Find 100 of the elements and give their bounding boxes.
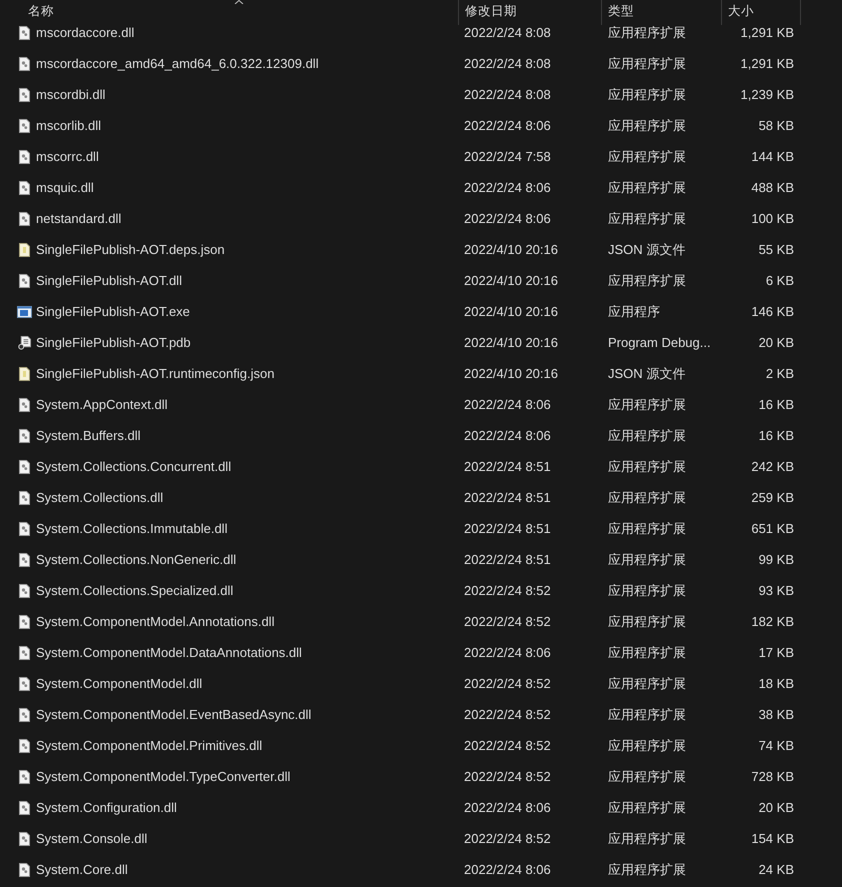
file-row[interactable]: System.Collections.Immutable.dll 2022/2/24 8:51 应用程序扩展 651 KB bbox=[0, 513, 842, 544]
file-type: 应用程序扩展 bbox=[608, 458, 686, 476]
modified-date: 2022/2/24 8:51 bbox=[464, 521, 551, 536]
file-row[interactable]: System.Console.dll 2022/2/24 8:52 应用程序扩展 154 KB bbox=[0, 823, 842, 854]
file-name: System.ComponentModel.DataAnnotations.dll bbox=[36, 645, 302, 660]
file-type: 应用程序扩展 bbox=[608, 736, 686, 754]
modified-date: 2022/4/10 20:16 bbox=[464, 242, 558, 257]
file-name: SingleFilePublish-AOT.pdb bbox=[36, 335, 191, 350]
file-gear-icon bbox=[19, 770, 30, 784]
file-size: 20 KB bbox=[758, 335, 794, 350]
file-size: 16 KB bbox=[758, 397, 794, 412]
file-row[interactable]: System.Collections.Concurrent.dll 2022/2/24 8:51 应用程序扩展 242 KB bbox=[0, 451, 842, 482]
modified-date: 2022/2/24 8:06 bbox=[464, 862, 551, 877]
file-size: 259 KB bbox=[751, 490, 794, 505]
file-type: 应用程序扩展 bbox=[608, 860, 686, 878]
file-type: 应用程序扩展 bbox=[608, 612, 686, 630]
file-row[interactable]: SingleFilePublish-AOT.dll 2022/4/10 20:16 应用程序扩展 6 KB bbox=[0, 265, 842, 296]
file-type: 应用程序扩展 bbox=[608, 396, 686, 414]
modified-date: 2022/2/24 8:06 bbox=[464, 397, 551, 412]
column-header[interactable]: 修改日期 bbox=[458, 0, 602, 25]
file-row[interactable]: SingleFilePublish-AOT.runtimeconfig.json 2022/4/10 20:16 JSON 源文件 2 KB bbox=[0, 358, 842, 389]
modified-date: 2022/2/24 8:51 bbox=[464, 552, 551, 567]
file-type: 应用程序扩展 bbox=[608, 706, 686, 724]
file-gear-icon bbox=[19, 522, 30, 536]
file-gear-icon bbox=[19, 832, 30, 846]
file-gear-icon bbox=[19, 738, 30, 752]
file-row[interactable]: System.ComponentModel.dll 2022/2/24 8:52 应用程序扩展 18 KB bbox=[0, 668, 842, 699]
file-size: 58 KB bbox=[758, 118, 794, 133]
file-size: 16 KB bbox=[758, 428, 794, 443]
modified-date: 2022/2/24 8:52 bbox=[464, 583, 551, 598]
file-row[interactable]: System.ComponentModel.Primitives.dll 2022/2/24 8:52 应用程序扩展 74 KB bbox=[0, 730, 842, 761]
modified-date: 2022/4/10 20:16 bbox=[464, 273, 558, 288]
file-row[interactable]: System.ComponentModel.DataAnnotations.dll 2022/2/24 8:06 应用程序扩展 17 KB bbox=[0, 637, 842, 668]
file-row[interactable]: System.Collections.NonGeneric.dll 2022/2/24 8:51 应用程序扩展 99 KB bbox=[0, 544, 842, 575]
file-row[interactable]: SingleFilePublish-AOT.deps.json 2022/4/10 20:16 JSON 源文件 55 KB bbox=[0, 234, 842, 265]
file-size: 144 KB bbox=[751, 149, 794, 164]
file-size: 18 KB bbox=[758, 676, 794, 691]
file-row[interactable]: System.ComponentModel.Annotations.dll 2022/2/24 8:52 应用程序扩展 182 KB bbox=[0, 606, 842, 637]
file-row[interactable]: System.Collections.dll 2022/2/24 8:51 应用程序扩展 259 KB bbox=[0, 482, 842, 513]
file-row[interactable]: netstandard.dll 2022/2/24 8:06 应用程序扩展 100 KB bbox=[0, 203, 842, 234]
file-name: mscordaccore.dll bbox=[36, 25, 134, 40]
file-row[interactable]: System.Collections.Specialized.dll 2022/2/24 8:52 应用程序扩展 93 KB bbox=[0, 575, 842, 606]
file-type: 应用程序扩展 bbox=[608, 582, 686, 600]
file-size: 38 KB bbox=[758, 707, 794, 722]
file-gear-icon bbox=[19, 274, 30, 288]
file-gear-icon bbox=[19, 180, 30, 194]
file-name: System.Console.dll bbox=[36, 831, 148, 846]
document-magnifier-icon bbox=[17, 336, 32, 350]
file-gear-icon bbox=[19, 862, 30, 876]
file-type: JSON 源文件 bbox=[608, 240, 686, 258]
file-type: 应用程序扩展 bbox=[608, 148, 686, 166]
file-size: 1,291 KB bbox=[740, 25, 794, 40]
file-name: System.AppContext.dll bbox=[36, 397, 168, 412]
file-row[interactable]: mscordbi.dll 2022/2/24 8:08 应用程序扩展 1,239 KB bbox=[0, 79, 842, 110]
file-icon bbox=[19, 242, 30, 256]
file-type: 应用程序扩展 bbox=[608, 86, 686, 104]
file-row[interactable]: msquic.dll 2022/2/24 8:06 应用程序扩展 488 KB bbox=[0, 172, 842, 203]
modified-date: 2022/2/24 8:51 bbox=[464, 490, 551, 505]
file-row[interactable]: System.Core.dll 2022/2/24 8:06 应用程序扩展 24 KB bbox=[0, 854, 842, 885]
file-gear-icon bbox=[19, 614, 30, 628]
file-gear-icon bbox=[19, 708, 30, 722]
file-type: Program Debug... bbox=[608, 335, 711, 350]
file-icon bbox=[19, 366, 30, 380]
modified-date: 2022/2/24 8:52 bbox=[464, 676, 551, 691]
file-row[interactable]: System.ComponentModel.EventBasedAsync.dll 2022/2/24 8:52 应用程序扩展 38 KB bbox=[0, 699, 842, 730]
file-name: System.Collections.NonGeneric.dll bbox=[36, 552, 236, 567]
file-size: 182 KB bbox=[751, 614, 794, 629]
file-type: 应用程序扩展 bbox=[608, 488, 686, 506]
file-row[interactable]: mscordaccore_amd64_amd64_6.0.322.12309.dll 2022/2/24 8:08 应用程序扩展 1,291 KB bbox=[0, 48, 842, 79]
modified-date: 2022/2/24 8:52 bbox=[464, 831, 551, 846]
file-row[interactable]: System.Buffers.dll 2022/2/24 8:06 应用程序扩展 16 KB bbox=[0, 420, 842, 451]
modified-date: 2022/2/24 8:51 bbox=[464, 459, 551, 474]
file-row[interactable]: SingleFilePublish-AOT.exe 2022/4/10 20:16 应用程序 146 KB bbox=[0, 296, 842, 327]
file-type: 应用程序扩展 bbox=[608, 768, 686, 786]
file-gear-icon bbox=[19, 460, 30, 474]
modified-date: 2022/2/24 8:08 bbox=[464, 87, 551, 102]
file-row[interactable]: System.ComponentModel.TypeConverter.dll 2022/2/24 8:52 应用程序扩展 728 KB bbox=[0, 761, 842, 792]
file-gear-icon bbox=[19, 118, 30, 132]
file-type: JSON 源文件 bbox=[608, 364, 686, 382]
file-size: 99 KB bbox=[758, 552, 794, 567]
file-gear-icon bbox=[19, 88, 30, 102]
file-name: System.Core.dll bbox=[36, 862, 128, 877]
file-name: System.Collections.Immutable.dll bbox=[36, 521, 228, 536]
file-name: SingleFilePublish-AOT.dll bbox=[36, 273, 182, 288]
column-header[interactable]: 大小 bbox=[722, 0, 801, 25]
file-row[interactable]: mscorrc.dll 2022/2/24 7:58 应用程序扩展 144 KB bbox=[0, 141, 842, 172]
file-row[interactable]: System.AppContext.dll 2022/2/24 8:06 应用程序扩展 16 KB bbox=[0, 389, 842, 420]
file-row[interactable]: SingleFilePublish-AOT.pdb 2022/4/10 20:16 Program Debug... 20 KB bbox=[0, 327, 842, 358]
file-type: 应用程序扩展 bbox=[608, 426, 686, 444]
modified-date: 2022/2/24 8:08 bbox=[464, 56, 551, 71]
file-size: 146 KB bbox=[751, 304, 794, 319]
column-header[interactable]: 类型 bbox=[602, 0, 722, 25]
file-name: SingleFilePublish-AOT.exe bbox=[36, 304, 190, 319]
file-name: System.Collections.Concurrent.dll bbox=[36, 459, 232, 474]
file-type: 应用程序扩展 bbox=[608, 272, 686, 290]
file-name: System.Buffers.dll bbox=[36, 428, 141, 443]
file-row[interactable]: System.Configuration.dll 2022/2/24 8:06 应用程序扩展 20 KB bbox=[0, 792, 842, 823]
file-row[interactable]: mscorlib.dll 2022/2/24 8:06 应用程序扩展 58 KB bbox=[0, 110, 842, 141]
file-name: mscordaccore_amd64_amd64_6.0.322.12309.dll bbox=[36, 56, 319, 71]
modified-date: 2022/2/24 8:52 bbox=[464, 707, 551, 722]
